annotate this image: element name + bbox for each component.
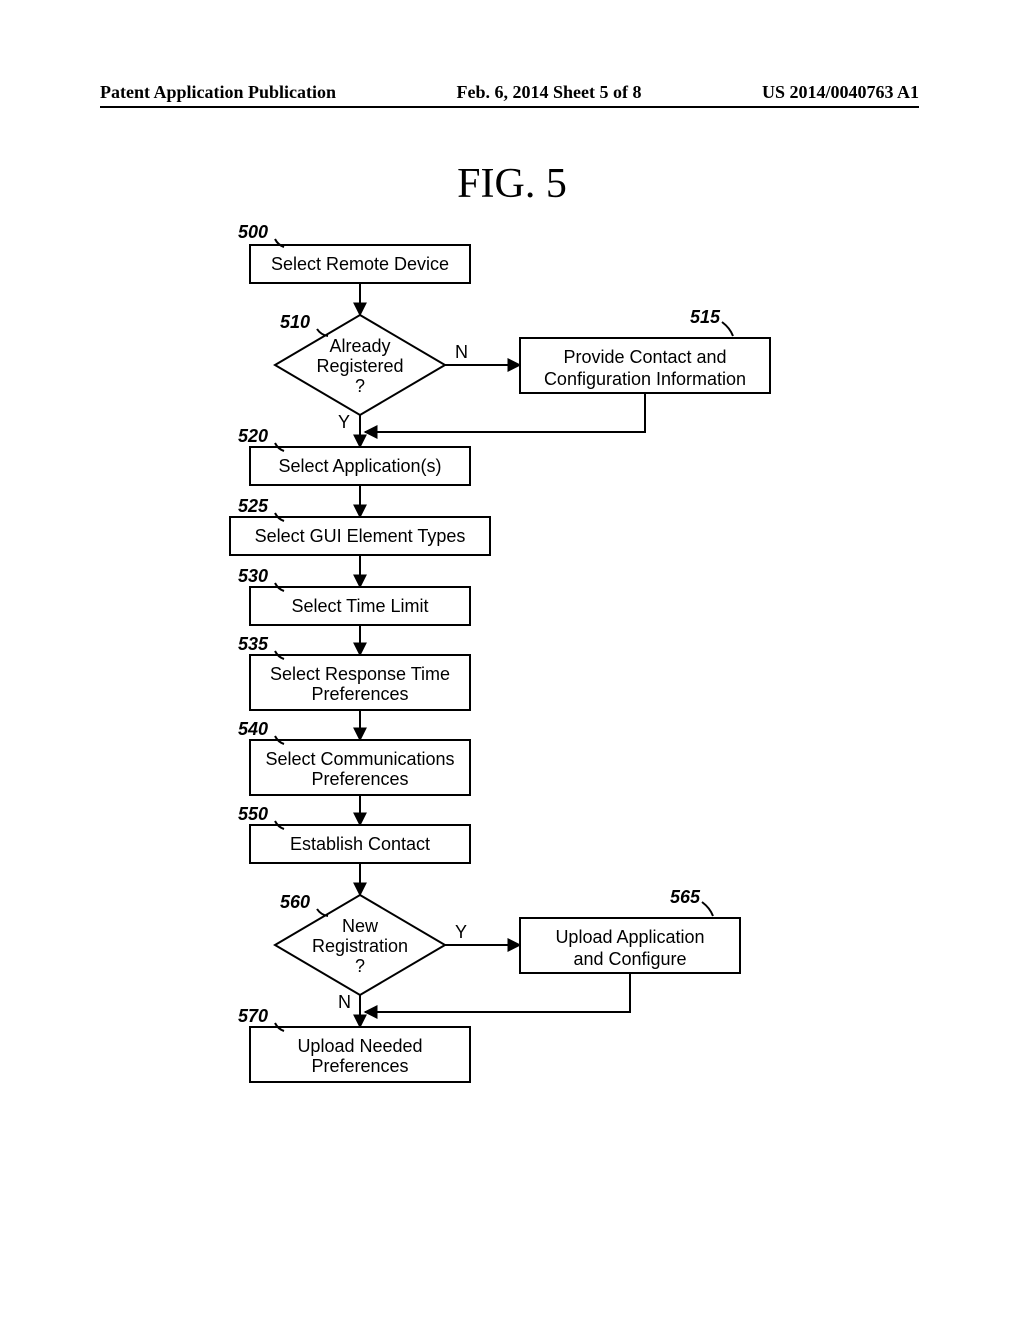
node-515-l1: Provide Contact and: [563, 347, 726, 367]
ref-540: 540: [238, 719, 268, 739]
node-525-text: Select GUI Element Types: [255, 526, 466, 546]
header-center: Feb. 6, 2014 Sheet 5 of 8: [457, 82, 642, 103]
node-570-l1: Upload Needed: [297, 1036, 422, 1056]
ref-510-tick: [317, 329, 328, 336]
ref-565-tick: [702, 902, 713, 916]
ref-500: 500: [238, 225, 268, 242]
label-510-Y: Y: [338, 412, 350, 432]
ref-570: 570: [238, 1006, 268, 1026]
node-565-l1: Upload Application: [555, 927, 704, 947]
ref-535: 535: [238, 634, 269, 654]
node-550-text: Establish Contact: [290, 834, 430, 854]
flowchart: Select Remote Device 500 Already Registe…: [200, 225, 820, 1220]
ref-560-tick: [317, 909, 328, 916]
ref-565: 565: [670, 887, 701, 907]
ref-550: 550: [238, 804, 268, 824]
header-left: Patent Application Publication: [100, 82, 336, 103]
node-500-text: Select Remote Device: [271, 254, 449, 274]
label-560-N: N: [338, 992, 351, 1012]
ref-510: 510: [280, 312, 310, 332]
ref-515-tick: [722, 322, 733, 336]
node-565-l2: and Configure: [573, 949, 686, 969]
node-520-text: Select Application(s): [278, 456, 441, 476]
ref-525: 525: [238, 496, 269, 516]
node-560-l1: New: [342, 916, 379, 936]
ref-560: 560: [280, 892, 310, 912]
label-560-Y: Y: [455, 922, 467, 942]
node-535-l1: Select Response Time: [270, 664, 450, 684]
ref-515: 515: [690, 307, 721, 327]
node-515-l2: Configuration Information: [544, 369, 746, 389]
node-510-l3: ?: [355, 376, 365, 396]
ref-520: 520: [238, 426, 268, 446]
ref-530: 530: [238, 566, 268, 586]
header-right: US 2014/0040763 A1: [762, 82, 919, 103]
edge-515-merge: [365, 393, 645, 432]
page-header: Patent Application Publication Feb. 6, 2…: [0, 82, 1024, 103]
edge-565-merge: [365, 973, 630, 1012]
node-535-l2: Preferences: [311, 684, 408, 704]
node-510-l2: Registered: [316, 356, 403, 376]
node-510-l1: Already: [329, 336, 390, 356]
label-510-N: N: [455, 342, 468, 362]
node-540-l2: Preferences: [311, 769, 408, 789]
figure-title: FIG. 5: [0, 160, 1024, 208]
node-530-text: Select Time Limit: [291, 596, 428, 616]
node-540-l1: Select Communications: [265, 749, 454, 769]
header-rule: [100, 106, 919, 108]
node-560-l3: ?: [355, 956, 365, 976]
node-560-l2: Registration: [312, 936, 408, 956]
node-570-l2: Preferences: [311, 1056, 408, 1076]
